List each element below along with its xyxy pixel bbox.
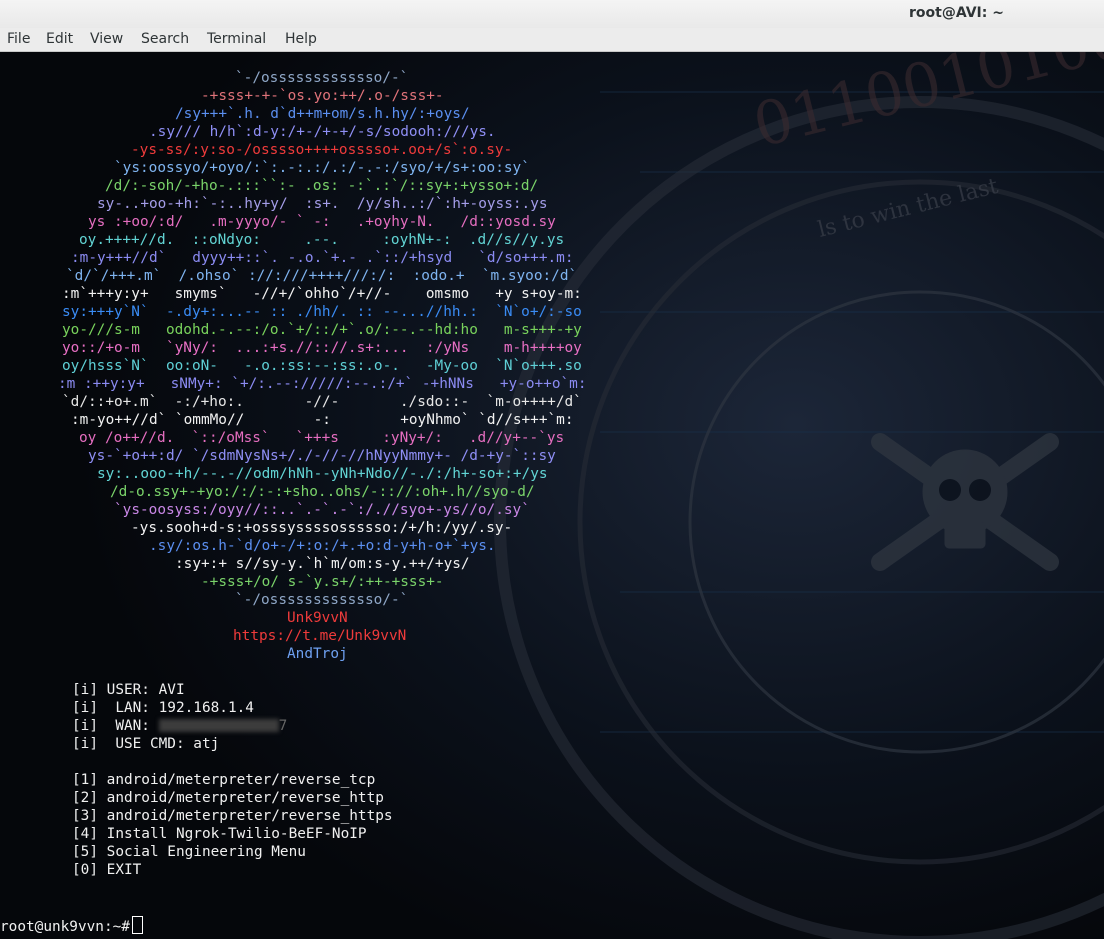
info-lan: [i] LAN: 192.168.1.4 (72, 700, 254, 716)
banner-line: :sy+:+ s//sy-y.`h`m/om:s-y.++/+ys/ (175, 556, 470, 572)
banner-line: `ys:oossyo/+oyo/:`:.-:.:/.:/-.-:/syo/+/s… (114, 160, 530, 176)
credit-name: Unk9vvN (287, 610, 348, 626)
menu-option-3: [3] android/meterpreter/reverse_https (72, 808, 393, 824)
window-title: root@AVI: ~ (909, 5, 1004, 21)
banner-line: :m-y+++//d` dyyy++::`. -.o.`+.- .`::/+hs… (71, 250, 574, 266)
command-prompt[interactable]: root@unk9vvn:~# (0, 916, 143, 935)
menu-terminal[interactable]: Terminal (207, 31, 266, 47)
menu-file[interactable]: File (7, 31, 30, 47)
menu-option-4: [4] Install Ngrok-Twilio-BeEF-NoIP (72, 826, 367, 842)
menu-bar: File Edit View Search Terminal Help (0, 28, 1104, 52)
info-wan-tail: 7 (278, 718, 288, 734)
prompt-text: root@unk9vvn:~# (0, 919, 130, 935)
banner-line: ys-`+o++:d/ `/sdmNysNs+/./-//-//hNyyNmmy… (88, 448, 556, 464)
banner-line: -ys-ss/:y:so-/osssso++++osssso+.oo+/s`:o… (131, 142, 513, 158)
banner-line: `d/`/+++.m` /.ohso` ://:///++++///:/: :o… (66, 268, 578, 284)
menu-option-1: [1] android/meterpreter/reverse_tcp (72, 772, 376, 788)
text-cursor (131, 916, 143, 934)
menu-option-5: [5] Social Engineering Menu (72, 844, 306, 860)
banner-line: -+sss+/o/ s-`y.s+/:++-+sss+- (201, 574, 444, 590)
banner-line: :m-yo++//d` `ommMo// -: +oyNhmo` `d//s++… (71, 412, 574, 428)
banner-line: sy-..+oo-+h:`-:..hy+y/ :s+. /y/sh..:/`:h… (97, 196, 548, 212)
banner-line: `ys-oosyss:/oyy//::..`.-`.-`:/.//syo+-ys… (114, 502, 530, 518)
banner-line: yo-///s-m odohd.-.--:/o.`+/::/+`.o/:--.-… (62, 322, 582, 338)
banner-line: -ys.sooh+d-s:+osssyssssossssso:/+/h:/yy/… (131, 520, 513, 536)
banner-line: oy /o++//d. `::/oMss` `+++s :yNy+/: .d//… (79, 430, 565, 446)
redacted-ip (158, 719, 279, 732)
banner-line: sy:..ooo-+h/--.-//odm/hNh--yNh+Ndo//-./:… (97, 466, 548, 482)
info-wan-label: [i] WAN: (72, 718, 159, 734)
menu-option-0: [0] EXIT (72, 862, 142, 878)
banner-line: :m :++y:y+ sNMy+: `+/:.--://///:--.:/+` … (58, 376, 587, 392)
banner-line: .sy/// h/h`:d-y:/+-/+-+/-s/sodooh:///ys. (149, 124, 496, 140)
banner-line: -+sss+-+-`os.yo:++/.o-/sss+- (201, 88, 444, 104)
banner-line: `-/osssssssssssso/-` (235, 70, 409, 86)
credit-tool: AndTroj (287, 646, 348, 662)
info-user: [i] USER: AVI (72, 682, 185, 698)
info-cmd: [i] USE CMD: atj (72, 736, 220, 752)
banner-line: sy:+++y`N` -.dy+:...-- :: ./hh/. :: --..… (62, 304, 582, 320)
terminal-area[interactable]: 01100101000101 ls to win the last `-/oss… (0, 52, 1104, 939)
menu-help[interactable]: Help (285, 31, 317, 47)
banner-line: /d/:-soh/-+ho-.:::``:- .os: -:`.:`/::sy+… (105, 178, 539, 194)
window-titlebar[interactable]: root@AVI: ~ (0, 0, 1104, 28)
banner-line: :m`+++y:y+ smyms` -//+/`ohho`/+//- omsmo… (62, 286, 582, 302)
credit-link[interactable]: https://t.me/Unk9vvN (233, 627, 406, 645)
menu-search[interactable]: Search (141, 31, 189, 47)
banner-line: `d/::+o+.m` -:/+ho:. -//- ./sdo::- `m-o+… (62, 394, 582, 410)
banner-line: .sy/:os.h-`d/o+-/+:o:/+.+o:d-y+h-o+`+ys. (149, 538, 496, 554)
banner-line: oy/hsss`N` oo:oN- -.o.:ss:--:ss:.o-. -My… (62, 358, 582, 374)
banner-line: ys :+oo/:d/ .m-yyyo/- ` -: .+oyhy-N. /d:… (88, 214, 556, 230)
menu-edit[interactable]: Edit (46, 31, 73, 47)
banner-line: yo::/+o-m `yNy/: ...:+s.//:://.s+:... :/… (62, 340, 582, 356)
banner-line: `-/osssssssssssso/-` (235, 592, 409, 608)
menu-option-2: [2] android/meterpreter/reverse_http (72, 790, 384, 806)
banner-line: /sy+++`.h. d`d++m+om/s.h.hy/:+oys/ (175, 106, 470, 122)
menu-view[interactable]: View (90, 31, 123, 47)
banner-line: /d-o.ssy+-+yo:/:/:-:+sho..ohs/-:://:oh+.… (110, 484, 535, 500)
info-wan: [i] WAN: 7 (72, 717, 287, 735)
banner-line: oy.++++//d. ::oNdyo: .--. :oyhN+-: .d//s… (79, 232, 565, 248)
